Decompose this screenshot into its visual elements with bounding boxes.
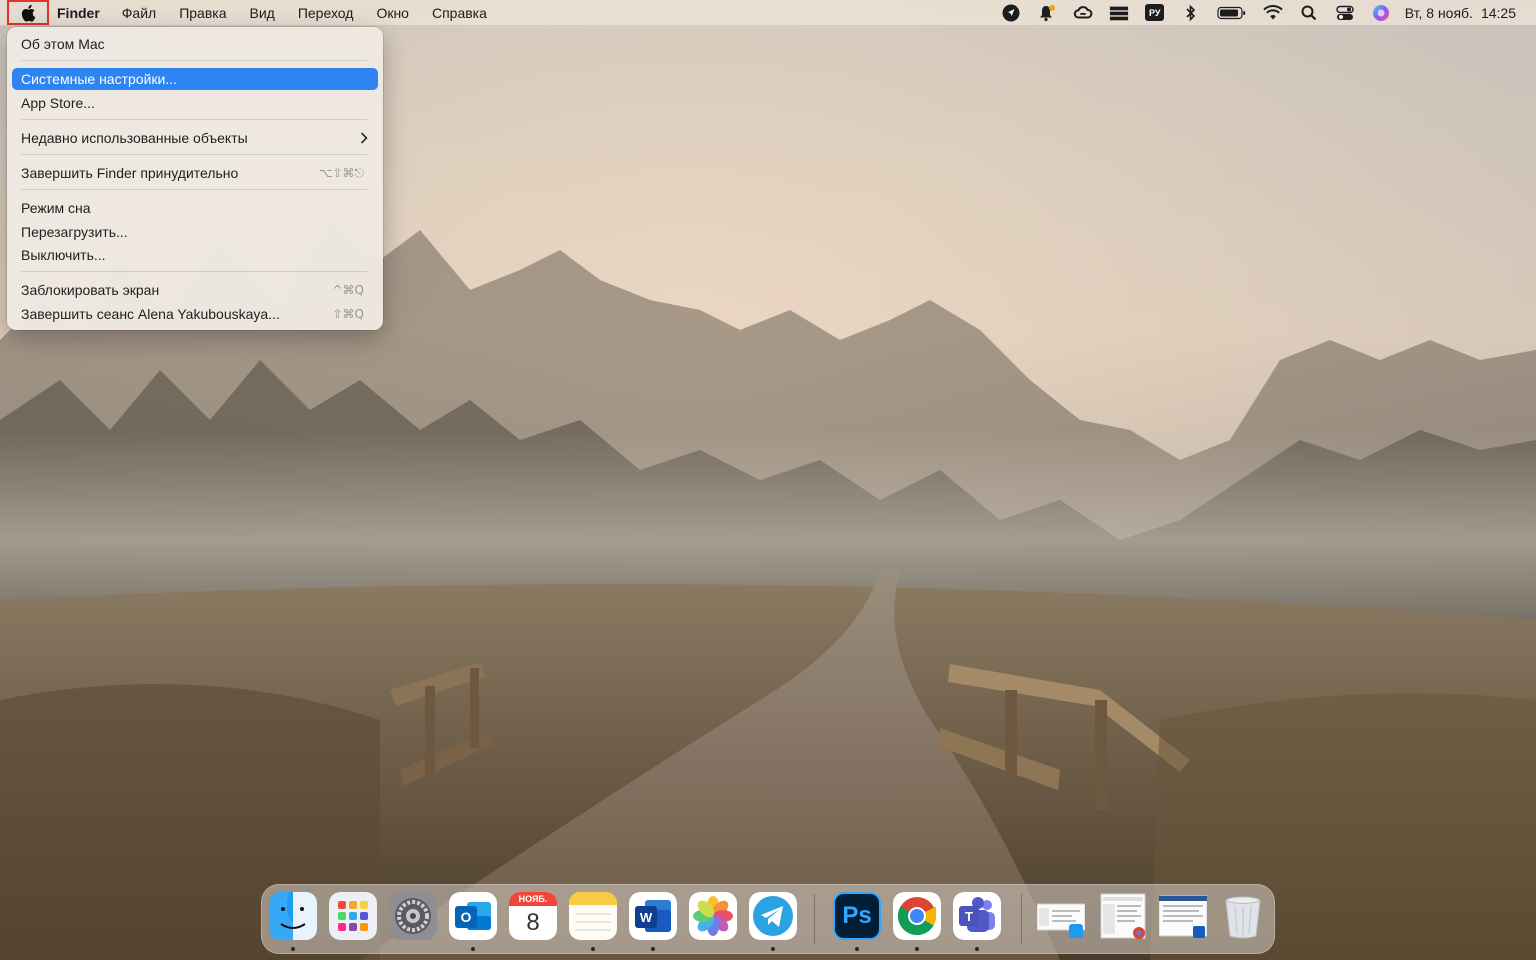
dock: O НОЯБ. 8 W Ps T <box>261 884 1275 954</box>
running-indicator <box>771 947 775 951</box>
dock-chrome-icon[interactable] <box>893 892 941 940</box>
notification-bell-icon[interactable] <box>1037 4 1057 22</box>
menu-item-app-store[interactable]: App Store... <box>12 92 378 114</box>
input-language-label: РУ <box>1145 4 1165 21</box>
dock-recent-finder-window[interactable] <box>1037 892 1085 940</box>
menu-item-label: Перезагрузить... <box>21 224 128 240</box>
running-indicator <box>591 947 595 951</box>
wifi-icon[interactable] <box>1263 4 1283 22</box>
dock-launchpad-icon[interactable] <box>329 892 377 940</box>
dock-word-icon[interactable]: W <box>629 892 677 940</box>
running-indicator <box>855 947 859 951</box>
clock-time: 14:25 <box>1480 4 1516 21</box>
dock-photos-icon[interactable] <box>689 892 737 940</box>
menu-app-name[interactable]: Finder <box>57 5 100 21</box>
siri-icon[interactable] <box>1371 4 1391 22</box>
dock-calendar-icon[interactable]: НОЯБ. 8 <box>509 892 557 940</box>
menu-item-label: Завершить сеанс Alena Yakubouskaya... <box>21 306 280 322</box>
spotlight-search-icon[interactable] <box>1299 4 1319 22</box>
dock-outlook-icon[interactable]: O <box>449 892 497 940</box>
photoshop-label: Ps <box>842 902 872 929</box>
menu-item-label: Завершить Finder принудительно <box>21 165 239 181</box>
menu-separator <box>21 154 367 155</box>
dock-teams-icon[interactable]: T <box>953 892 1001 940</box>
apple-menu-dropdown: Об этом Mac Системные настройки... App S… <box>7 27 383 330</box>
menu-file[interactable]: Файл <box>122 5 156 21</box>
menu-item-label: Выключить... <box>21 247 106 263</box>
shortcut-label: ⇧⌘Q <box>332 307 365 321</box>
menu-item-label: App Store... <box>21 95 95 111</box>
menu-item-lock-screen[interactable]: Заблокировать экран ^⌘Q <box>12 279 378 301</box>
menu-window[interactable]: Окно <box>376 5 409 21</box>
menu-separator <box>21 60 367 61</box>
menu-item-label: Об этом Mac <box>21 36 105 52</box>
dock-notes-icon[interactable] <box>569 892 617 940</box>
chevron-right-icon <box>360 127 368 150</box>
menu-item-system-settings[interactable]: Системные настройки... <box>12 68 378 90</box>
apple-logo-icon <box>21 4 36 22</box>
menu-view[interactable]: Вид <box>250 5 275 21</box>
running-indicator <box>291 947 295 951</box>
menu-item-label: Режим сна <box>21 200 91 216</box>
running-indicator <box>471 947 475 951</box>
menu-item-about-this-mac[interactable]: Об этом Mac <box>12 33 378 55</box>
menu-go[interactable]: Переход <box>298 5 354 21</box>
menu-item-shutdown[interactable]: Выключить... <box>12 244 378 266</box>
calendar-month: НОЯБ. <box>509 892 557 906</box>
dock-recent-word-document[interactable] <box>1159 892 1207 940</box>
running-indicator <box>651 947 655 951</box>
location-arrow-icon[interactable] <box>1001 4 1021 22</box>
menu-bar-clock[interactable]: Вт, 8 нояб. 14:25 <box>1405 5 1516 21</box>
menu-item-label: Системные настройки... <box>21 71 178 87</box>
dock-separator <box>814 894 815 944</box>
dock-photoshop-icon[interactable]: Ps <box>833 892 881 940</box>
menu-item-sleep[interactable]: Режим сна <box>12 197 378 219</box>
stack-icon[interactable] <box>1109 4 1129 22</box>
word-letter: W <box>639 909 653 925</box>
dock-recent-chrome-window[interactable] <box>1099 892 1147 940</box>
menu-separator <box>21 119 367 120</box>
shortcut-label: ^⌘Q <box>332 283 365 297</box>
outlook-letter: O <box>460 909 472 925</box>
menu-item-restart[interactable]: Перезагрузить... <box>12 221 378 243</box>
teams-letter: T <box>965 908 973 924</box>
clock-date: Вт, 8 нояб. <box>1404 4 1473 21</box>
menu-item-log-out[interactable]: Завершить сеанс Alena Yakubouskaya... ⇧⌘… <box>12 303 378 325</box>
menu-help[interactable]: Справка <box>432 5 487 21</box>
menu-item-label: Недавно использованные объекты <box>21 130 248 146</box>
battery-icon[interactable] <box>1217 4 1247 22</box>
control-center-icon[interactable] <box>1335 4 1355 22</box>
dock-telegram-icon[interactable] <box>749 892 797 940</box>
menu-item-label: Заблокировать экран <box>21 282 160 298</box>
dock-system-settings-icon[interactable] <box>389 892 437 940</box>
menu-separator <box>21 189 367 190</box>
dock-finder-icon[interactable] <box>269 892 317 940</box>
running-indicator <box>915 947 919 951</box>
bluetooth-icon[interactable] <box>1181 4 1201 22</box>
calendar-day: 8 <box>526 909 540 936</box>
dock-separator <box>1021 894 1022 944</box>
input-language-icon[interactable]: РУ <box>1145 4 1165 22</box>
menu-item-recent-items[interactable]: Недавно использованные объекты <box>12 127 378 149</box>
menu-edit[interactable]: Правка <box>179 5 226 21</box>
dock-trash-icon[interactable] <box>1219 892 1267 940</box>
shortcut-label: ⌥⇧⌘⎋ <box>318 166 364 180</box>
apple-menu-button[interactable] <box>7 0 49 25</box>
menu-separator <box>21 271 367 272</box>
menu-item-force-quit[interactable]: Завершить Finder принудительно ⌥⇧⌘⎋ <box>12 162 378 184</box>
running-indicator <box>975 947 979 951</box>
menu-bar: Finder Файл Правка Вид Переход Окно Спра… <box>0 0 1536 25</box>
creative-cloud-icon[interactable] <box>1073 4 1093 22</box>
